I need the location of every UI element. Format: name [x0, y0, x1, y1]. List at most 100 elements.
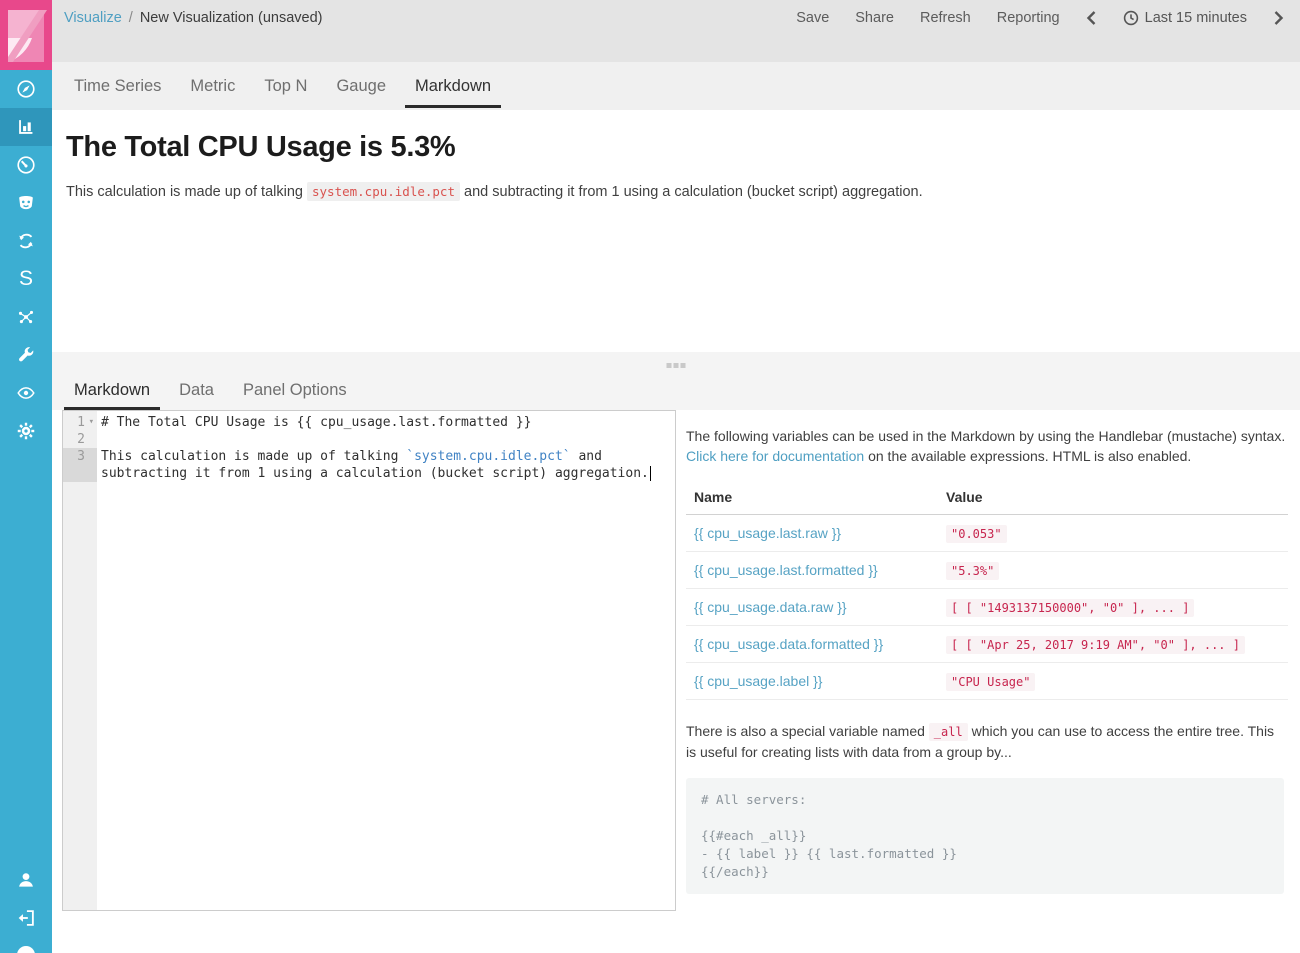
column-header-value: Value — [938, 480, 1288, 515]
all-inline-code: _all — [929, 723, 968, 741]
sidebar-item-graph[interactable] — [0, 298, 52, 336]
kibana-logo[interactable] — [0, 0, 52, 70]
sidebar-item-dev-tools[interactable] — [0, 336, 52, 374]
table-row: {{ cpu_usage.last.raw }} "0.053" — [686, 514, 1288, 551]
panel-tab-markdown[interactable]: Markdown — [64, 373, 160, 410]
breadcrumb-separator: / — [129, 10, 133, 26]
variable-value: [ [ "1493137150000", "0" ], ... ] — [946, 599, 1194, 617]
line-number: 3 — [77, 448, 85, 465]
cycle-arrows-icon — [15, 230, 37, 252]
clock-icon — [1123, 10, 1139, 26]
graph-nodes-icon — [15, 306, 37, 328]
all-variable-note: There is also a special variable named _… — [686, 721, 1288, 763]
table-row: {{ cpu_usage.data.formatted }} [ [ "Apr … — [686, 625, 1288, 662]
refresh-button[interactable]: Refresh — [920, 10, 971, 26]
panel-tab-data[interactable]: Data — [169, 373, 224, 410]
breadcrumb-visualize-link[interactable]: Visualize — [64, 10, 122, 26]
tab-markdown[interactable]: Markdown — [405, 68, 501, 108]
documentation-link[interactable]: Click here for documentation — [686, 448, 864, 464]
sidebar-item-ml[interactable] — [0, 222, 52, 260]
variable-value: "5.3%" — [946, 562, 999, 580]
tab-top-n[interactable]: Top N — [254, 68, 317, 108]
breadcrumb-current-page: New Visualization (unsaved) — [140, 10, 323, 26]
share-button[interactable]: Share — [855, 10, 894, 26]
time-back-button[interactable] — [1086, 10, 1097, 26]
compass-icon — [15, 78, 37, 100]
timepicker-label: Last 15 minutes — [1145, 10, 1247, 26]
variable-value: [ [ "Apr 25, 2017 9:19 AM", "0" ], ... ] — [946, 636, 1245, 654]
table-row: {{ cpu_usage.label }} "CPU Usage" — [686, 662, 1288, 699]
line-number: 2 — [77, 431, 85, 448]
eye-icon — [15, 382, 37, 404]
markdown-editor[interactable]: 1▾ 2 3 # The Total CPU Usage is {{ cpu_u… — [62, 410, 676, 911]
chevron-left-icon — [1086, 10, 1097, 26]
sidebar-item-timelion[interactable] — [0, 184, 52, 222]
chevron-right-icon — [1273, 10, 1284, 26]
save-button[interactable]: Save — [796, 10, 829, 26]
bar-chart-icon — [15, 116, 37, 138]
table-row: {{ cpu_usage.data.raw }} [ [ "1493137150… — [686, 588, 1288, 625]
editor-line-2 — [101, 431, 670, 448]
sidebar-item-monitoring[interactable] — [0, 374, 52, 412]
editor-line-1: # The Total CPU Usage is {{ cpu_usage.la… — [101, 414, 670, 431]
column-header-name: Name — [686, 480, 938, 515]
gear-icon — [15, 420, 37, 442]
panel-tabs: Markdown Data Panel Options — [64, 373, 366, 410]
time-forward-button[interactable] — [1273, 10, 1284, 26]
splitter-drag-handle[interactable] — [667, 363, 686, 368]
sidebar-bottom-button[interactable] — [0, 937, 52, 953]
panel-header: Markdown Data Panel Options — [52, 352, 1300, 410]
text-cursor — [650, 466, 651, 481]
timelion-lion-icon — [15, 192, 37, 214]
tab-metric[interactable]: Metric — [180, 68, 245, 108]
preview-paragraph: This calculation is made up of talking s… — [66, 184, 1284, 200]
editor-gutter: 1▾ 2 3 — [63, 411, 97, 910]
gauge-icon — [15, 154, 37, 176]
tab-time-series[interactable]: Time Series — [64, 68, 171, 108]
sidebar-item-s-plugin[interactable]: S — [0, 260, 52, 298]
viz-type-tabs: Time Series Metric Top N Gauge Markdown — [52, 62, 1300, 110]
tab-gauge[interactable]: Gauge — [326, 68, 396, 108]
user-icon — [15, 869, 37, 891]
sidebar-item-logout[interactable] — [0, 899, 52, 937]
sidebar-spacer — [0, 450, 52, 861]
variable-value: "0.053" — [946, 525, 1007, 543]
bottom-circle-icon — [17, 946, 35, 953]
variable-name: {{ cpu_usage.last.formatted }} — [686, 551, 938, 588]
sidebar-item-user[interactable] — [0, 861, 52, 899]
sidebar-item-dashboard[interactable] — [0, 146, 52, 184]
preview-inline-code: system.cpu.idle.pct — [307, 182, 460, 201]
editor-code-area[interactable]: # The Total CPU Usage is {{ cpu_usage.la… — [97, 411, 675, 910]
variable-value: "CPU Usage" — [946, 673, 1035, 691]
s-plugin-icon: S — [19, 267, 33, 291]
example-code-block: # All servers: {{#each _all}} - {{ label… — [686, 778, 1284, 895]
panel-tab-panel-options[interactable]: Panel Options — [233, 373, 357, 410]
timepicker-button[interactable]: Last 15 minutes — [1123, 10, 1247, 26]
app-root: S — [0, 0, 1300, 953]
variable-name: {{ cpu_usage.label }} — [686, 662, 938, 699]
help-intro: The following variables can be used in t… — [686, 426, 1288, 467]
sidebar-item-visualize[interactable] — [0, 108, 52, 146]
variable-name: {{ cpu_usage.data.raw }} — [686, 588, 938, 625]
fold-caret-icon[interactable]: ▾ — [86, 414, 94, 431]
breadcrumb: Visualize / New Visualization (unsaved) — [64, 10, 323, 26]
main-area: Visualize / New Visualization (unsaved) … — [52, 0, 1300, 953]
sidebar-item-management[interactable] — [0, 412, 52, 450]
markdown-preview: The Total CPU Usage is 5.3% This calcula… — [52, 110, 1300, 352]
editor-panel: Markdown Data Panel Options 1▾ 2 3 — [52, 352, 1300, 953]
line-number: 1 — [77, 414, 85, 431]
editor-inline-code: `system.cpu.idle.pct` — [406, 449, 570, 464]
variables-table: Name Value {{ cpu_usage.last.raw }} "0.0… — [686, 480, 1288, 700]
panel-body: 1▾ 2 3 # The Total CPU Usage is {{ cpu_u… — [52, 410, 1300, 953]
wrench-icon — [15, 344, 37, 366]
editor-line-3: This calculation is made up of talking `… — [101, 448, 670, 482]
table-row: {{ cpu_usage.last.formatted }} "5.3%" — [686, 551, 1288, 588]
topbar-actions: Save Share Refresh Reporting Last 15 min… — [796, 10, 1284, 26]
sidebar: S — [0, 0, 52, 953]
preview-heading: The Total CPU Usage is 5.3% — [66, 131, 1284, 164]
sidebar-item-discover[interactable] — [0, 70, 52, 108]
variable-name: {{ cpu_usage.last.raw }} — [686, 514, 938, 551]
variable-name: {{ cpu_usage.data.formatted }} — [686, 625, 938, 662]
reporting-button[interactable]: Reporting — [997, 10, 1060, 26]
kibana-logo-icon — [0, 0, 52, 70]
